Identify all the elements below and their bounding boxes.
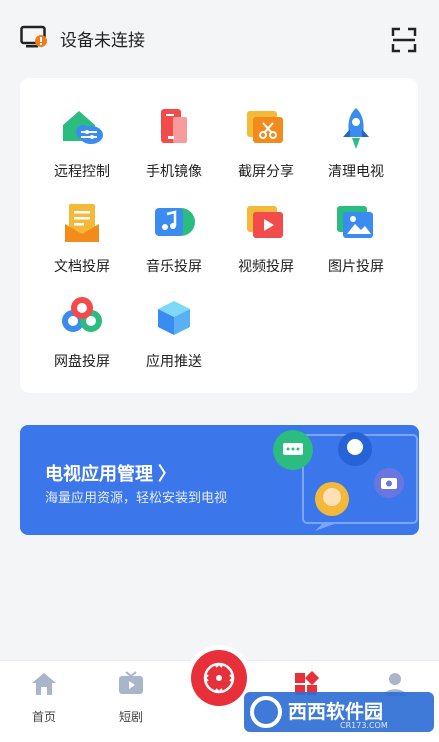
device-status[interactable]: 设备未连接 [60, 26, 145, 51]
header: 设备未连接 [0, 0, 439, 76]
feature-label: 文档投屏 [54, 258, 110, 274]
feature-label: 应用推送 [146, 353, 202, 369]
music-icon [155, 208, 195, 236]
tv-warning-icon[interactable] [20, 25, 50, 51]
feature-label: 网盘投屏 [54, 353, 110, 369]
tab-short-drama[interactable]: 短剧 [101, 671, 161, 725]
home-icon [32, 673, 56, 695]
tv-play-icon [119, 671, 143, 694]
banner-subtitle: 海量应用资源，轻松安装到电视 [45, 490, 228, 505]
feature-music-cast[interactable]: 音乐投屏 [128, 200, 220, 290]
feature-cloud-disk-cast[interactable]: 网盘投屏 [36, 295, 128, 385]
feature-clean-tv[interactable]: 清理电视 [310, 105, 402, 195]
feature-label: 截屏分享 [238, 163, 294, 179]
feature-video-cast[interactable]: 视频投屏 [220, 200, 312, 290]
feature-label: 音乐投屏 [146, 258, 202, 274]
feature-label: 远程控制 [54, 163, 110, 179]
image-icon [337, 206, 373, 238]
tv-app-management-banner[interactable]: 电视应用管理 〉 海量应用资源，轻松安装到电视 [20, 425, 419, 535]
screenshot-share-icon [247, 111, 283, 143]
remote-dpad-icon [203, 662, 235, 694]
remote-dpad-button[interactable] [191, 650, 247, 706]
svg-text:CR173.COM: CR173.COM [340, 721, 388, 730]
tab-label: 短剧 [118, 710, 143, 724]
feature-remote-control[interactable]: 远程控制 [36, 105, 128, 195]
feature-label: 清理电视 [328, 163, 384, 179]
feature-label: 视频投屏 [238, 258, 294, 274]
cube-icon [158, 301, 190, 335]
remote-control-icon [63, 111, 103, 144]
svg-text:西西软件园: 西西软件园 [288, 700, 383, 723]
feature-label: 图片投屏 [328, 258, 384, 274]
scan-icon[interactable] [391, 27, 417, 53]
cloud-disk-icon [62, 297, 102, 332]
feature-screenshot-share[interactable]: 截屏分享 [220, 105, 312, 195]
feature-image-cast[interactable]: 图片投屏 [310, 200, 402, 290]
document-icon [65, 204, 99, 242]
tab-home[interactable]: 首页 [14, 671, 74, 725]
tab-label: 首页 [31, 710, 56, 724]
rocket-icon [343, 108, 369, 149]
feature-phone-mirror[interactable]: 手机镜像 [128, 105, 220, 195]
feature-app-push[interactable]: 应用推送 [128, 295, 220, 385]
banner-title: 电视应用管理 〉 [45, 464, 177, 484]
phone-mirror-icon [161, 109, 187, 143]
feature-document-cast[interactable]: 文档投屏 [36, 200, 128, 290]
watermark-logo: 西西软件园 CR173.COM [244, 690, 434, 734]
video-icon [247, 206, 283, 238]
banner-illustration [273, 430, 418, 531]
feature-label: 手机镜像 [146, 163, 202, 179]
feature-grid: 远程控制 手机镜像 截屏分享 清理电视 文档投屏 音乐投屏 视频投屏 图片投屏 … [20, 78, 418, 393]
